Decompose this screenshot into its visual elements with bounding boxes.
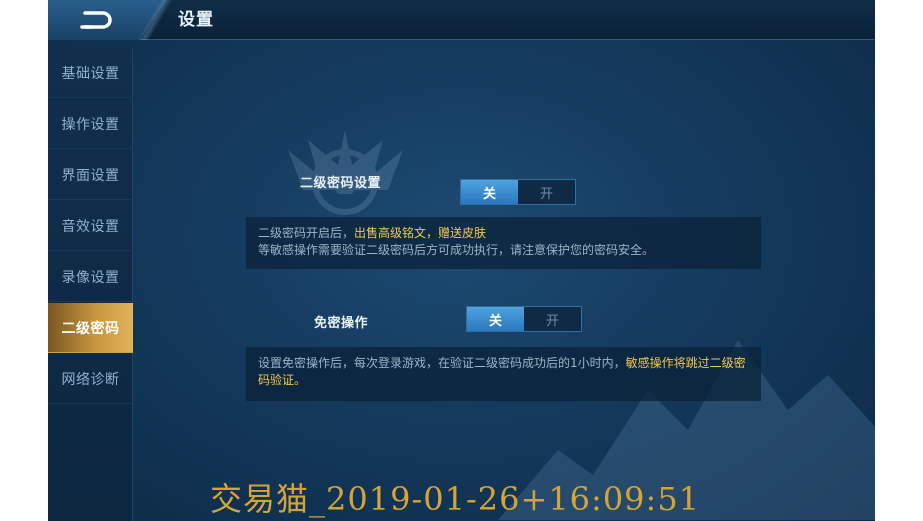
sidebar: 基础设置 操作设置 界面设置 音效设置 录像设置 二级密码 网络诊断 — [48, 48, 133, 521]
note-separator: ， — [426, 226, 439, 240]
note-highlight: 出售高级铭文 — [354, 226, 427, 240]
note-highlight: 赠送皮肤 — [438, 226, 487, 240]
sidebar-item-sound[interactable]: 音效设置 — [48, 201, 133, 251]
header-divider — [136, 0, 174, 40]
note-text: 设置免密操作后，每次登录游戏，在验证二级密码成功后的1小时内， — [258, 356, 626, 370]
sidebar-item-interface[interactable]: 界面设置 — [48, 150, 133, 200]
password-free-label: 免密操作 — [314, 316, 369, 331]
password-free-off-option[interactable]: 关 — [467, 307, 524, 331]
note-line-2: 等敏感操作需要验证二级密码后方可成功执行，请注意保护您的密码安全。 — [258, 243, 655, 257]
note-line-1: 二级密码开启后，出售高级铭文，赠送皮肤 — [258, 225, 749, 242]
sidebar-item-network[interactable]: 网络诊断 — [48, 354, 133, 404]
page-title: 设置 — [178, 10, 214, 30]
sidebar-item-recording[interactable]: 录像设置 — [48, 252, 133, 302]
settings-screen: 设置 基础设置 操作设置 界面设置 音效设置 录像设置 二级密码 网络诊断 二级… — [48, 0, 875, 521]
secondary-password-on-option[interactable]: 开 — [518, 180, 575, 204]
note-text: 二级密码开启后， — [258, 226, 355, 240]
secondary-password-toggle: 关 开 — [460, 179, 576, 205]
header-bar: 设置 — [48, 0, 875, 40]
back-arrow-icon — [80, 11, 112, 29]
secondary-password-off-option[interactable]: 关 — [461, 180, 518, 204]
sidebar-item-controls[interactable]: 操作设置 — [48, 99, 133, 149]
secondary-password-note: 二级密码开启后，出售高级铭文，赠送皮肤 等敏感操作需要验证二级密码后方可成功执行… — [246, 217, 761, 269]
password-free-on-option[interactable]: 开 — [524, 307, 581, 331]
watermark-text: 交易猫_2019-01-26+16:09:51 — [210, 480, 701, 518]
password-free-toggle: 关 开 — [466, 306, 582, 332]
sidebar-item-secondary-password[interactable]: 二级密码 — [48, 303, 133, 353]
password-free-note: 设置免密操作后，每次登录游戏，在验证二级密码成功后的1小时内，敏感操作将跳过二级… — [246, 347, 761, 401]
sidebar-item-basic[interactable]: 基础设置 — [48, 48, 133, 98]
secondary-password-label: 二级密码设置 — [300, 176, 382, 191]
